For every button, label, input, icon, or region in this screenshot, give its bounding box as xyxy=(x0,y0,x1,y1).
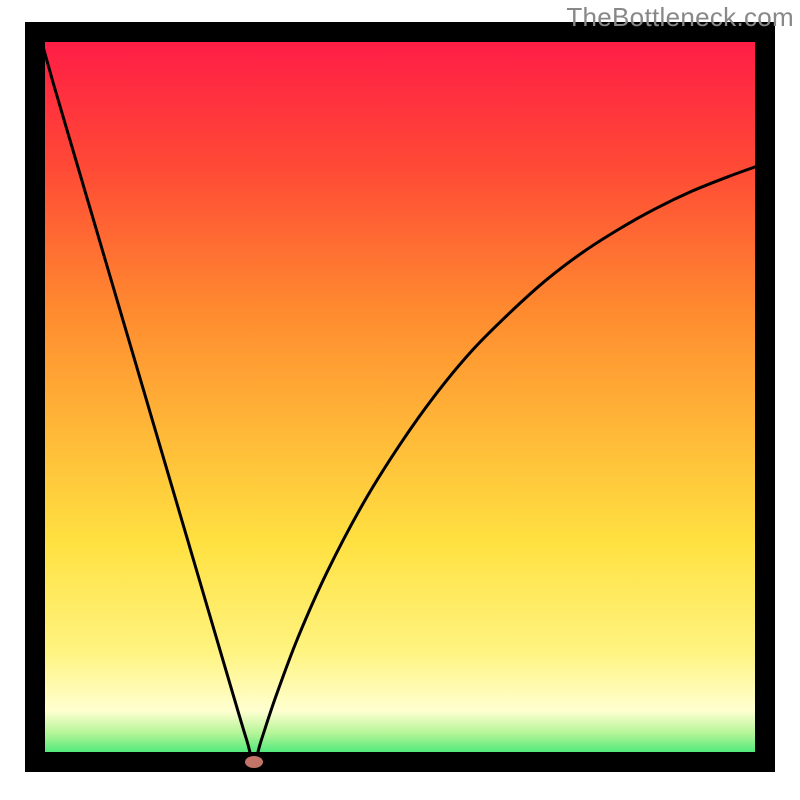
plot-svg xyxy=(25,22,775,772)
plot-area xyxy=(25,22,775,772)
attribution-text: TheBottleneck.com xyxy=(566,2,794,33)
optimum-marker xyxy=(245,756,263,768)
chart-container: TheBottleneck.com xyxy=(0,0,800,800)
